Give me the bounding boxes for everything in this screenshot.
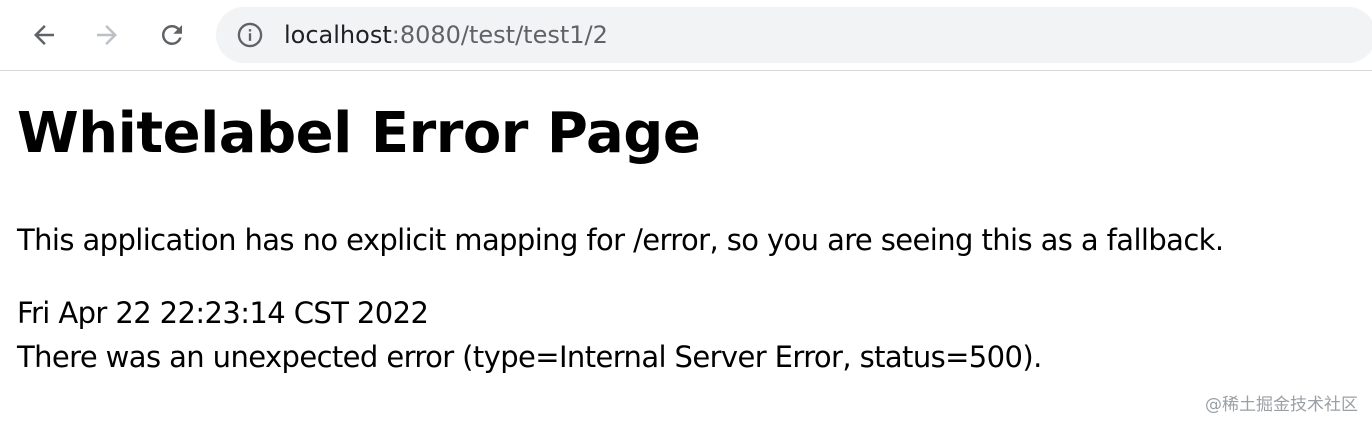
info-icon[interactable] bbox=[236, 21, 264, 49]
forward-button[interactable] bbox=[87, 12, 127, 58]
browser-toolbar: localhost:8080/test/test1/2 bbox=[0, 0, 1372, 71]
watermark: @稀土掘金技术社区 bbox=[1205, 395, 1358, 415]
error-timestamp: Fri Apr 22 22:23:14 CST 2022 bbox=[17, 296, 429, 330]
page-title: Whitelabel Error Page bbox=[17, 101, 701, 166]
arrow-left-icon bbox=[34, 25, 54, 45]
address-bar[interactable]: localhost:8080/test/test1/2 bbox=[216, 7, 1372, 63]
arrow-right-icon bbox=[97, 25, 117, 45]
url-text[interactable]: localhost:8080/test/test1/2 bbox=[284, 18, 608, 52]
url-host: localhost bbox=[284, 21, 392, 49]
error-details: Fri Apr 22 22:23:14 CST 2022 There was a… bbox=[17, 291, 1042, 379]
page-content: Whitelabel Error Page bbox=[17, 96, 701, 172]
back-button[interactable] bbox=[24, 12, 64, 58]
reload-button[interactable] bbox=[152, 12, 192, 58]
reload-icon bbox=[161, 24, 182, 45]
error-type-status: There was an unexpected error (type=Inte… bbox=[17, 340, 1042, 374]
error-message: This application has no explicit mapping… bbox=[17, 223, 1224, 257]
url-path: :8080/test/test1/2 bbox=[391, 21, 608, 49]
